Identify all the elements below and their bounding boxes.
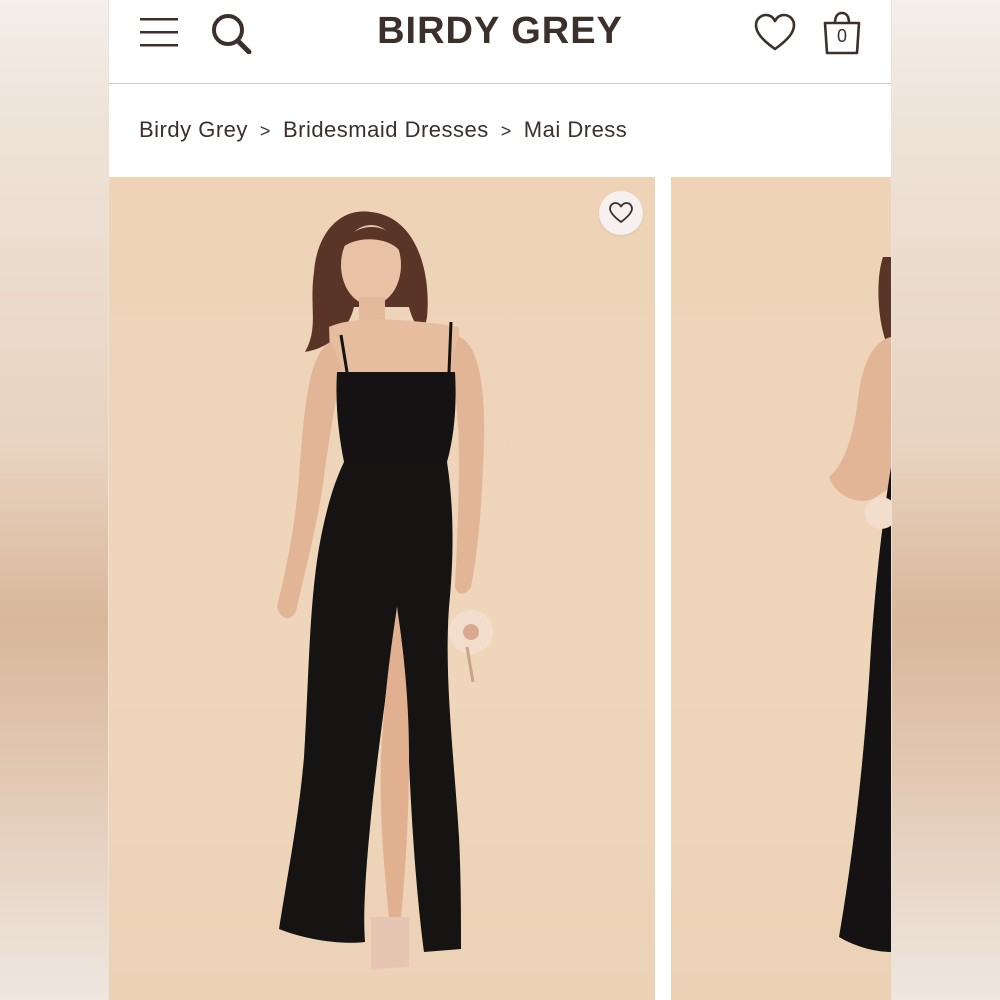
product-page: BIRDY GREY 0 Birdy Grey > Bridesmaid Dress… (109, 0, 891, 1000)
breadcrumb-home[interactable]: Birdy Grey (139, 117, 248, 142)
heart-outline-icon (609, 202, 633, 223)
wishlist-heart-icon[interactable] (753, 13, 797, 53)
breadcrumb-current: Mai Dress (523, 117, 628, 142)
model-photo-front (277, 211, 493, 969)
model-photo-back (829, 257, 891, 952)
breadcrumb: Birdy Grey > Bridesmaid Dresses > Mai Dress (139, 117, 627, 143)
blurred-backdrop-left (0, 0, 108, 1000)
site-header: BIRDY GREY 0 (109, 0, 891, 84)
breadcrumb-separator: > (259, 121, 271, 141)
blurred-backdrop-right (892, 0, 1000, 1000)
breadcrumb-separator: > (500, 121, 512, 141)
bag-count-badge: 0 (836, 26, 847, 46)
product-image-next[interactable] (671, 177, 891, 1000)
breadcrumb-category[interactable]: Bridesmaid Dresses (283, 117, 489, 142)
favorite-button[interactable] (599, 191, 643, 235)
product-image-main[interactable] (109, 177, 655, 1000)
